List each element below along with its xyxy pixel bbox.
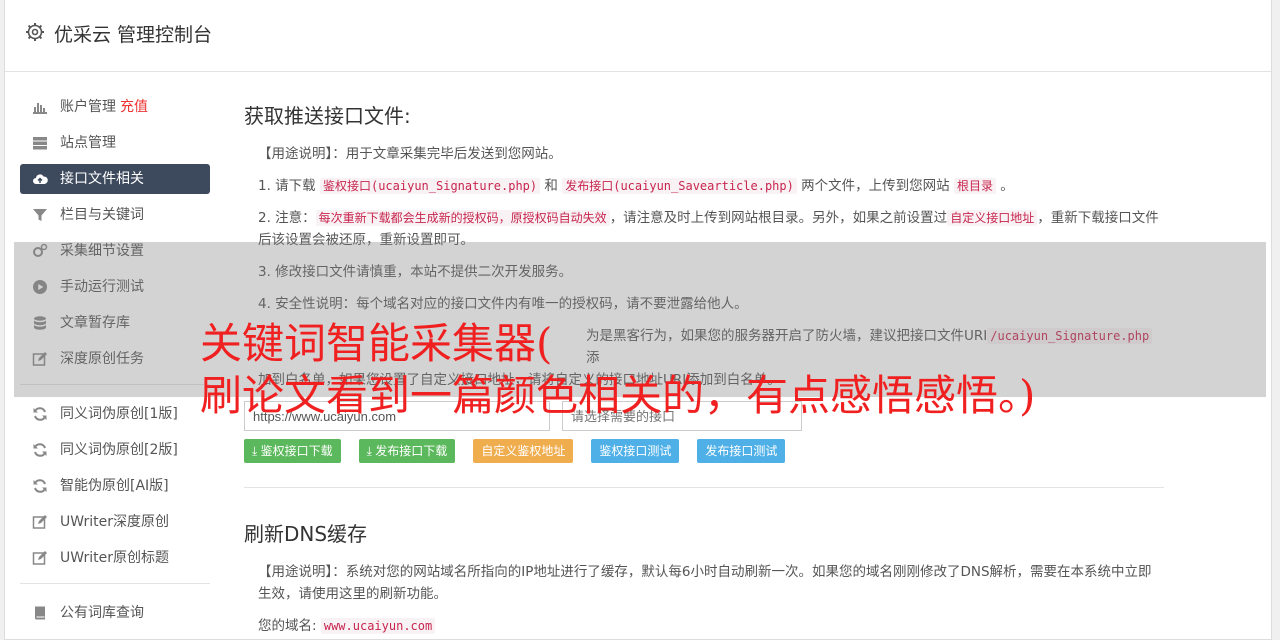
sidebar-item-deep-original[interactable]: 深度原创任务 <box>20 344 210 374</box>
section-divider <box>244 487 1164 488</box>
refresh-icon <box>33 443 47 457</box>
sidebar-item-label: 栏目与关键词 <box>60 207 144 223</box>
recharge-link[interactable]: 充值 <box>120 99 148 115</box>
filter-icon <box>33 209 47 221</box>
section-title-dns: 刷新DNS缓存 <box>244 522 368 546</box>
sidebar-item-manual-run[interactable]: 手动运行测试 <box>20 272 210 302</box>
play-icon <box>33 280 47 294</box>
edit-icon <box>32 352 47 366</box>
custom-url-code: 自定义接口地址 <box>947 210 1038 226</box>
custom-signature-url-button[interactable]: 自定义鉴权地址 <box>473 439 574 463</box>
sidebar-item-label: 接口文件相关 <box>60 171 144 187</box>
section-title-interface-files: 获取推送接口文件: <box>244 104 411 128</box>
sidebar-item-label: 同义词伪原创[2版] <box>60 442 178 458</box>
sidebar-item-label: 公有词库查询 <box>60 605 144 621</box>
edit-icon <box>32 551 47 565</box>
sidebar-item-sites[interactable]: 站点管理 <box>20 128 210 158</box>
sidebar-item-synonym-v2[interactable]: 同义词伪原创[2版] <box>20 435 210 465</box>
sidebar-item-label: 采集细节设置 <box>60 243 144 259</box>
sidebar-item-uwriter-deep[interactable]: UWriter深度原创 <box>20 507 210 537</box>
sidebar-item-label: UWriter原创标题 <box>60 550 169 566</box>
sidebar-item-interface-files[interactable]: 接口文件相关 <box>20 164 210 194</box>
sidebar-item-uwriter-title[interactable]: UWriter原创标题 <box>20 543 210 573</box>
root-dir-code: 根目录 <box>953 178 996 194</box>
refresh-icon <box>33 479 47 493</box>
step-4: 4. 安全性说明：每个域名对应的接口文件内有唯一的授权码，请不要泄露给他人。 <box>258 296 748 312</box>
signature-file-name: 鉴权接口(ucaiyun_Signature.php) <box>319 178 541 194</box>
domain-row: 您的域名: www.ucaiyun.com <box>258 615 1164 637</box>
sidebar-item-label: 站点管理 <box>60 135 116 151</box>
sidebar-item-label: 文章暂存库 <box>60 315 130 331</box>
sidebar-item-label: 同义词伪原创[1版] <box>60 406 178 422</box>
signature-test-button[interactable]: 鉴权接口测试 <box>591 439 680 463</box>
sidebar-item-synonym-v1[interactable]: 同义词伪原创[1版] <box>20 399 210 429</box>
sidebar-divider <box>20 384 210 385</box>
sidebar-divider <box>20 583 210 584</box>
sidebar-item-account[interactable]: 账户管理 充值 <box>20 92 210 122</box>
page-title: 优采云 管理控制台 <box>54 24 213 46</box>
gear-icon <box>26 23 44 41</box>
step-1: 1. 请下载 鉴权接口(ucaiyun_Signature.php) 和 发布接… <box>258 178 1014 194</box>
usage-note: 【用途说明】：用于文章采集完毕后发送到您网站。 <box>258 146 562 162</box>
signature-download-button[interactable]: ⤓ 鉴权接口下载 <box>244 439 341 463</box>
domain-value: www.ucaiyun.com <box>320 618 436 634</box>
sidebar-item-label: 手动运行测试 <box>60 279 144 295</box>
bar-chart-icon <box>33 103 47 114</box>
publish-test-button[interactable]: 发布接口测试 <box>697 439 786 463</box>
header: 优采云 管理控制台 <box>5 0 1271 72</box>
sidebar-item-label: 账户管理 <box>60 99 116 115</box>
publish-download-button[interactable]: ⤓ 发布接口下载 <box>358 439 456 463</box>
sidebar-item-label: UWriter深度原创 <box>60 514 169 530</box>
dns-usage-note: 【用途说明】：系统对您的网站域名所指向的IP地址进行了缓存，默认每6小时自动刷新… <box>258 564 1152 602</box>
server-icon <box>33 137 47 150</box>
cogs-icon <box>33 243 48 257</box>
database-icon <box>34 316 46 330</box>
overlay-caption: 关键词智能采集器( 刷论文看到一篇颜色相关的，有点感悟感悟。) <box>200 318 1035 422</box>
sidebar-item-article-store[interactable]: 文章暂存库 <box>20 308 210 338</box>
sidebar-item-public-lexicon[interactable]: 公有词库查询 <box>20 598 210 628</box>
refresh-icon <box>33 407 47 421</box>
sidebar: 账户管理 充值 站点管理 接口文件相关 栏目与关键词 采集细节设置 手动运行测试 … <box>20 92 210 634</box>
edit-icon <box>32 515 47 529</box>
step-2: 2. 注意： 每次重新下载都会生成新的授权码，原授权码自动失效 ，请注意及时上传到网… <box>258 210 1159 248</box>
cloud-upload-icon <box>33 174 48 184</box>
step-3: 3. 修改接口文件请慎重，本站不提供二次开发服务。 <box>258 264 573 280</box>
book-icon <box>35 606 45 620</box>
sidebar-item-label: 深度原创任务 <box>60 351 144 367</box>
overlay-line-2: 刷论文看到一篇颜色相关的，有点感悟感悟。) <box>200 371 1036 420</box>
sidebar-item-collect-settings[interactable]: 采集细节设置 <box>20 236 210 266</box>
savearticle-file-name: 发布接口(ucaiyun_Savearticle.php) <box>562 178 797 194</box>
sidebar-item-label: 智能伪原创[AI版] <box>60 478 169 494</box>
overlay-line-1: 关键词智能采集器( <box>200 319 553 368</box>
sidebar-item-columns-keywords[interactable]: 栏目与关键词 <box>20 200 210 230</box>
sidebar-item-ai-rewrite[interactable]: 智能伪原创[AI版] <box>20 471 210 501</box>
button-group: ⤓ 鉴权接口下载 ⤓ 发布接口下载 自定义鉴权地址 鉴权接口测试 发布接口测试 <box>244 439 1164 463</box>
warning-code: 每次重新下载都会生成新的授权码，原授权码自动失效 <box>315 210 610 226</box>
